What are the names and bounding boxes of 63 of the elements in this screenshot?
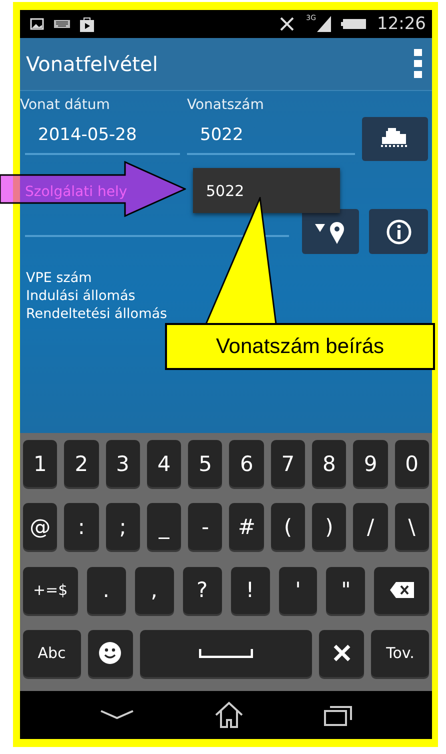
info-text: VPE szám xyxy=(26,270,93,286)
date-field[interactable]: 2014-05-28 xyxy=(25,117,180,155)
info-button[interactable] xyxy=(369,209,428,254)
backspace-key[interactable] xyxy=(374,566,430,614)
field-label: Vonat dátum xyxy=(20,97,111,113)
keyboard-key[interactable]: : xyxy=(64,503,99,550)
keyboard-key[interactable]: ) xyxy=(312,503,346,550)
keyboard-key[interactable]: 5 xyxy=(188,440,222,487)
backspace-icon xyxy=(390,582,414,598)
app-title: Vonatfelvétel xyxy=(26,52,159,76)
info-text: Rendeltetési állomás xyxy=(26,306,168,322)
keyboard-key[interactable]: 4 xyxy=(146,440,182,487)
overflow-menu-button[interactable] xyxy=(414,49,422,79)
recent-apps-icon xyxy=(324,704,352,726)
keyboard-key[interactable]: 0 xyxy=(394,440,429,487)
emoji-key[interactable] xyxy=(88,630,133,677)
keyboard-key[interactable]: 6 xyxy=(229,440,264,487)
keyboard-key[interactable]: 7 xyxy=(270,440,306,487)
suggestion-item[interactable]: 5022 xyxy=(206,182,244,200)
keyboard-key[interactable]: # xyxy=(229,503,264,550)
keyboard-key[interactable]: +=$ xyxy=(23,566,78,614)
image-icon xyxy=(30,18,44,30)
keyboard-key[interactable]: Tov. xyxy=(371,630,429,677)
vibrate-off-icon xyxy=(278,16,296,32)
keyboard-key[interactable]: \ xyxy=(394,503,429,550)
train-button[interactable] xyxy=(362,117,428,161)
menu-icon xyxy=(414,49,422,79)
clock-time: 12:26 xyxy=(377,14,426,34)
keyboard-key[interactable]: ( xyxy=(270,503,306,550)
keyboard-key[interactable]: ' xyxy=(278,566,318,614)
settings-key[interactable] xyxy=(319,630,364,677)
keyboard-key[interactable]: - xyxy=(188,503,222,550)
callout-label: Vonatszám beírás xyxy=(165,323,435,370)
keyboard-key[interactable]: ! xyxy=(230,566,270,614)
keyboard-key[interactable]: 1 xyxy=(23,440,58,487)
keyboard-key[interactable]: ? xyxy=(182,566,222,614)
space-bar-icon xyxy=(199,648,253,658)
keyboard-key[interactable]: 2 xyxy=(64,440,99,487)
back-icon xyxy=(100,710,134,720)
signal-icon xyxy=(317,16,331,32)
keyboard-key[interactable]: 3 xyxy=(106,440,140,487)
keyboard-key[interactable]: / xyxy=(353,503,388,550)
shopping-bag-icon xyxy=(80,16,94,32)
space-key[interactable] xyxy=(140,630,312,677)
keyboard-key[interactable]: . xyxy=(86,566,126,614)
keyboard-key[interactable]: 9 xyxy=(353,440,388,487)
smiley-icon xyxy=(99,642,122,664)
keyboard-key[interactable]: ; xyxy=(106,503,140,550)
keyboard-key[interactable]: , xyxy=(134,566,174,614)
keyboard-key[interactable]: Abc xyxy=(23,630,81,677)
keyboard-key[interactable]: " xyxy=(326,566,366,614)
info-icon xyxy=(386,218,412,244)
keyboard-key[interactable]: _ xyxy=(146,503,182,550)
field-label: Vonatszám xyxy=(187,97,265,113)
tools-icon xyxy=(332,643,352,664)
keyboard-icon xyxy=(54,19,70,29)
location-button[interactable] xyxy=(302,209,360,254)
train-number-field[interactable]: 5022 xyxy=(187,117,355,155)
keyboard-key[interactable]: 8 xyxy=(312,440,346,487)
battery-icon xyxy=(341,18,367,30)
keyboard-key[interactable]: @ xyxy=(23,503,58,550)
home-icon xyxy=(214,701,244,729)
info-text: Indulási állomás xyxy=(26,288,136,304)
